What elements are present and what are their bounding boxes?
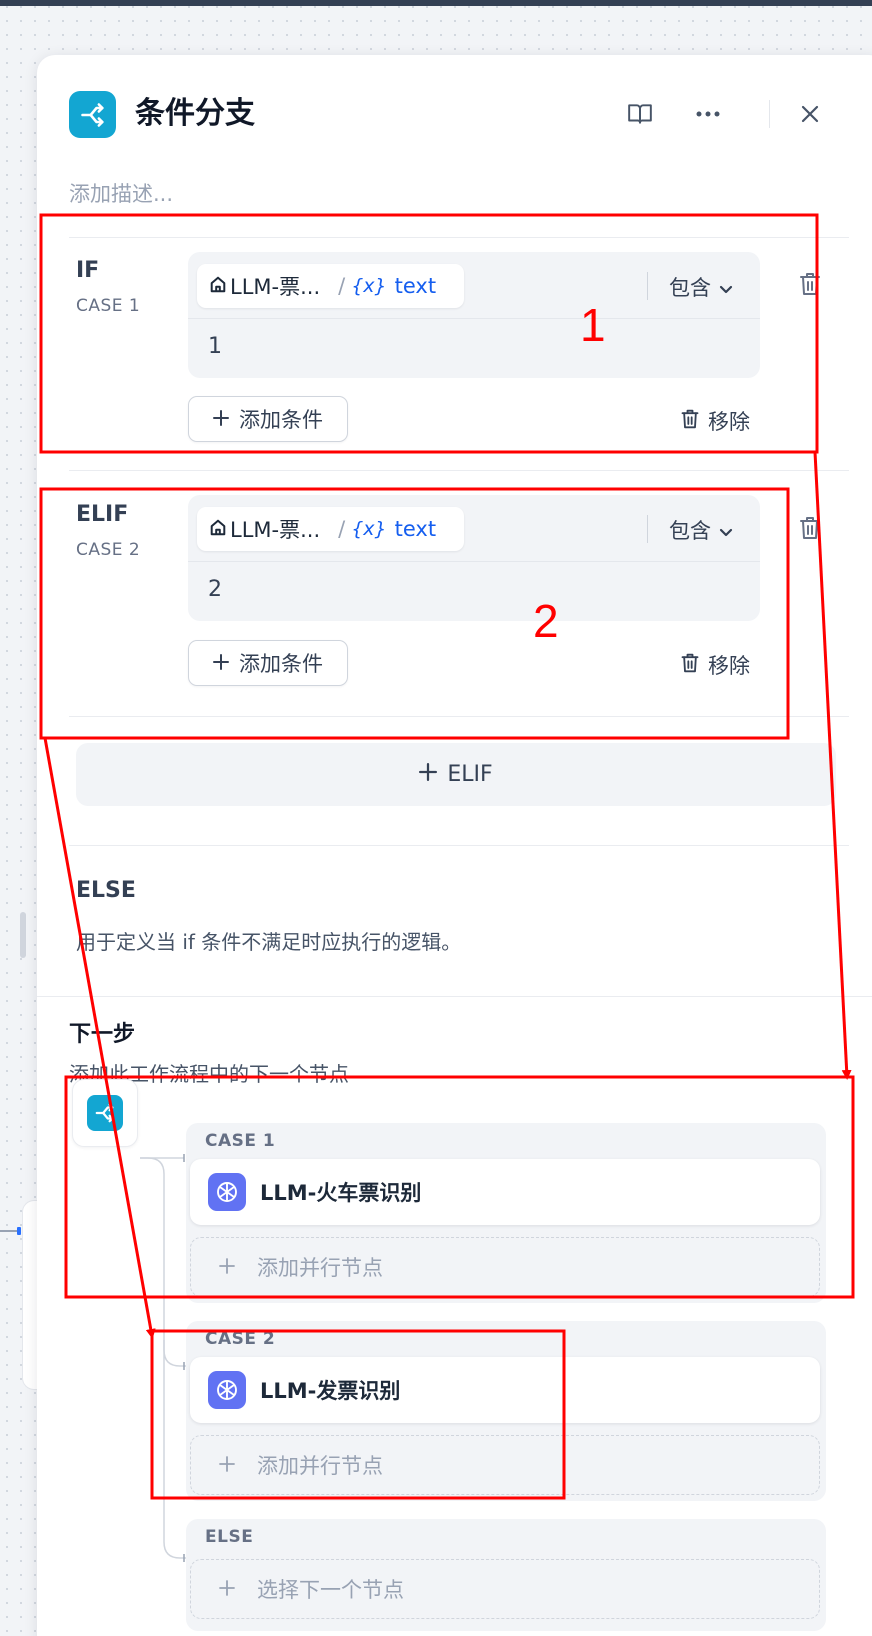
- branch-connectors: [140, 1154, 186, 1562]
- plus-icon: [219, 1255, 235, 1279]
- variable-source: LLM-票...: [230, 275, 321, 299]
- more-icon[interactable]: [690, 96, 726, 132]
- branch-case-1: CASE 1 LLM-火车票识别 添加并行节点: [186, 1123, 826, 1303]
- branch-else: ELSE 选择下一个节点: [186, 1519, 826, 1631]
- variable-icon: {x}: [351, 518, 387, 540]
- case-sub-label: CASE 2: [76, 540, 141, 560]
- add-parallel-node-button[interactable]: 添加并行节点: [190, 1435, 820, 1495]
- add-elif-label: ELIF: [447, 762, 493, 787]
- add-parallel-node-button[interactable]: 添加并行节点: [190, 1237, 820, 1297]
- plus-icon: [213, 651, 229, 675]
- operator-divider: [647, 272, 648, 300]
- condition-value-input[interactable]: 2: [208, 577, 222, 602]
- branch-case-2: CASE 2 LLM-发票识别 添加并行节点: [186, 1321, 826, 1501]
- section-divider: [69, 716, 849, 717]
- operator-select[interactable]: 包含: [669, 515, 733, 545]
- else-description: 用于定义当 if 条件不满足时应执行的逻辑。: [76, 930, 462, 954]
- case-sub-label: CASE 1: [76, 296, 141, 316]
- variable-name: text: [394, 274, 437, 298]
- plus-icon: [219, 1453, 235, 1477]
- trash-icon[interactable]: [795, 512, 825, 544]
- plus-icon: [419, 762, 438, 787]
- remove-label: 移除: [708, 654, 750, 678]
- annotation-label-1: 1: [580, 299, 606, 351]
- condition-divider: [188, 318, 760, 319]
- home-icon: [209, 274, 227, 298]
- add-condition-button[interactable]: 添加条件: [188, 640, 348, 686]
- variable-source: LLM-票...: [230, 518, 321, 542]
- add-condition-label: 添加条件: [239, 408, 323, 432]
- canvas-handle: [17, 1227, 21, 1235]
- if-else-node-icon: [69, 91, 116, 138]
- llm-icon: [208, 1371, 246, 1409]
- header-divider: [769, 100, 770, 128]
- close-icon[interactable]: [792, 96, 828, 132]
- trash-icon: [680, 408, 700, 435]
- operator-value: 包含: [669, 276, 711, 300]
- section-divider: [69, 470, 849, 471]
- operator-divider: [647, 515, 648, 543]
- case-label: ELIF: [76, 502, 129, 527]
- if-else-node-icon: [87, 1095, 123, 1131]
- case-label: IF: [76, 258, 100, 283]
- top-bar: [0, 0, 872, 6]
- condition-divider: [188, 561, 760, 562]
- operator-value: 包含: [669, 519, 711, 543]
- annotation-label-2: 2: [533, 595, 559, 647]
- chevron-down-icon: [719, 518, 733, 542]
- variable-selector[interactable]: LLM-票... / {x} text: [197, 507, 464, 551]
- variable-name: text: [394, 517, 437, 541]
- variable-separator: /: [338, 274, 346, 298]
- next-node-card[interactable]: LLM-发票识别: [190, 1357, 820, 1423]
- trash-icon[interactable]: [795, 268, 825, 300]
- add-condition-label: 添加条件: [239, 652, 323, 676]
- add-elif-button[interactable]: ELIF: [76, 743, 836, 806]
- book-icon[interactable]: [622, 96, 658, 132]
- trash-icon: [680, 652, 700, 679]
- plus-icon: [219, 1577, 235, 1601]
- source-node: [72, 1079, 138, 1147]
- next-node-name: LLM-发票识别: [260, 1379, 401, 1403]
- condition-box: LLM-票... / {x} text 包含 1: [188, 252, 760, 378]
- description-input[interactable]: 添加描述...: [69, 178, 173, 208]
- next-step-title: 下一步: [69, 1022, 136, 1047]
- condition-box: LLM-票... / {x} text 包含 2: [188, 495, 760, 621]
- section-divider: [37, 996, 872, 997]
- add-parallel-label: 添加并行节点: [257, 1454, 383, 1478]
- chevron-down-icon: [719, 275, 733, 299]
- remove-label: 移除: [708, 410, 750, 434]
- operator-select[interactable]: 包含: [669, 272, 733, 302]
- panel-resize-handle[interactable]: [20, 912, 26, 958]
- variable-icon: {x}: [351, 275, 387, 297]
- branch-label: CASE 1: [205, 1131, 276, 1151]
- variable-separator: /: [338, 517, 346, 541]
- select-next-label: 选择下一个节点: [257, 1578, 404, 1602]
- llm-icon: [208, 1173, 246, 1211]
- next-node-card[interactable]: LLM-火车票识别: [190, 1159, 820, 1225]
- variable-selector[interactable]: LLM-票... / {x} text: [197, 264, 464, 308]
- section-divider: [69, 237, 849, 238]
- branch-label: ELSE: [205, 1527, 254, 1547]
- section-divider: [69, 845, 849, 846]
- select-next-node-button[interactable]: 选择下一个节点: [190, 1559, 820, 1619]
- remove-case-button[interactable]: 移除: [680, 406, 750, 436]
- else-title: ELSE: [76, 878, 136, 903]
- home-icon: [209, 517, 227, 541]
- plus-icon: [213, 407, 229, 431]
- page-title: 条件分支: [135, 96, 255, 131]
- add-condition-button[interactable]: 添加条件: [188, 396, 348, 442]
- remove-case-button[interactable]: 移除: [680, 650, 750, 680]
- next-node-name: LLM-火车票识别: [260, 1181, 422, 1205]
- condition-value-input[interactable]: 1: [208, 334, 222, 359]
- add-parallel-label: 添加并行节点: [257, 1256, 383, 1280]
- branch-label: CASE 2: [205, 1329, 276, 1349]
